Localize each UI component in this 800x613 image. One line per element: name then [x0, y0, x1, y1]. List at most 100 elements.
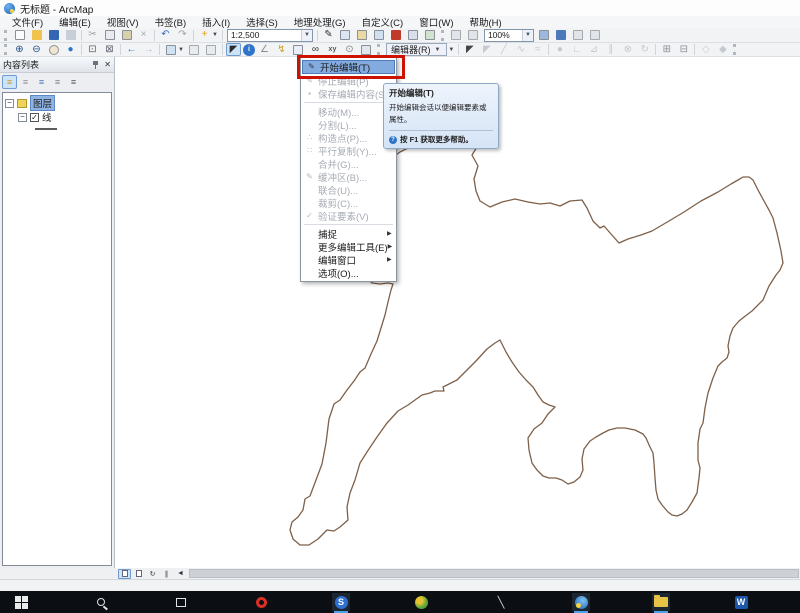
edit-tool-icon[interactable]: ◤ — [462, 43, 477, 56]
rotate-tool-icon[interactable]: ↻ — [637, 43, 652, 56]
close-icon[interactable]: ✕ — [104, 60, 111, 69]
menubar-item[interactable]: 编辑(E) — [51, 15, 99, 29]
modelbuilder-icon[interactable] — [423, 29, 438, 42]
identify-icon[interactable]: i — [243, 44, 255, 56]
add-data-icon[interactable]: + — [197, 29, 212, 42]
task-view-icon[interactable] — [172, 593, 190, 611]
menu-editing-windows[interactable]: 编辑窗口▶ — [301, 253, 396, 266]
edit-annotation-tool-icon[interactable]: ◤ — [479, 43, 494, 56]
print-icon[interactable] — [63, 29, 78, 42]
horizontal-scrollbar[interactable] — [189, 569, 799, 578]
fixed-zoom-out-icon[interactable]: ⊠ — [102, 43, 117, 56]
menubar-item[interactable]: 插入(I) — [194, 15, 238, 29]
cut-icon[interactable]: ✂ — [85, 29, 100, 42]
layout-zoom-combo[interactable]: 100%▼ — [484, 29, 534, 42]
layout-zoom-in-icon[interactable] — [449, 29, 464, 42]
file-explorer-icon[interactable] — [652, 593, 670, 611]
full-extent-icon[interactable]: ● — [63, 43, 78, 56]
snapping-toggle-icon[interactable]: ◇ — [698, 43, 713, 56]
reshape-feature-icon[interactable]: ⊿ — [586, 43, 601, 56]
straight-segment-icon[interactable]: ╱ — [496, 43, 511, 56]
attributes-window-icon[interactable]: ⊞ — [659, 43, 674, 56]
word-icon[interactable]: W — [732, 593, 750, 611]
layout-toggle-icon[interactable] — [588, 29, 603, 42]
menubar-item[interactable]: 帮助(H) — [462, 15, 510, 29]
menu-options[interactable]: 选项(O)... — [301, 266, 396, 279]
list-by-visibility-button[interactable]: ≡ — [34, 75, 49, 89]
data-view-button[interactable] — [118, 569, 131, 579]
menubar-item[interactable]: 文件(F) — [4, 15, 51, 29]
trace-tool-icon[interactable]: ≈ — [530, 43, 545, 56]
edit-vertices-icon[interactable]: ∟ — [569, 43, 584, 56]
line-symbol[interactable] — [35, 128, 57, 130]
copy-icon[interactable] — [102, 29, 117, 42]
pause-drawing-button[interactable]: ∥ — [160, 569, 173, 579]
open-folder-icon[interactable] — [29, 29, 44, 42]
sketch-properties-icon[interactable]: ⊟ — [676, 43, 691, 56]
start-button[interactable] — [12, 593, 30, 611]
sogou-icon[interactable]: S — [332, 593, 350, 611]
toolbar-grip[interactable] — [733, 44, 737, 55]
arctoolbox-icon[interactable] — [389, 29, 404, 42]
select-elements-icon[interactable]: ◤ — [226, 43, 241, 56]
toc-root-label[interactable]: 图层 — [30, 95, 55, 111]
list-by-source-button[interactable]: ≡ — [18, 75, 33, 89]
toolbar-grip[interactable] — [4, 44, 8, 55]
list-by-selection-button[interactable]: ≡ — [50, 75, 65, 89]
menubar-item[interactable]: 自定义(C) — [354, 15, 412, 29]
back-extent-icon[interactable]: ← — [124, 43, 139, 56]
snip-pen-icon[interactable]: ╲ — [492, 593, 510, 611]
table-of-contents-window-icon[interactable] — [338, 29, 353, 42]
new-document-icon[interactable] — [12, 29, 27, 42]
redo-icon[interactable]: ↷ — [175, 29, 190, 42]
collapse-icon[interactable]: − — [5, 99, 14, 108]
menubar-item[interactable]: 视图(V) — [99, 15, 147, 29]
scroll-left-button[interactable]: ◄ — [174, 569, 187, 579]
layout-fixed-scale-icon[interactable] — [554, 29, 569, 42]
select-by-box-icon[interactable] — [187, 43, 202, 56]
paste-icon[interactable] — [119, 29, 134, 42]
zoom-out-icon[interactable]: ⊖ — [29, 43, 44, 56]
editor-toolbar-toggle-icon[interactable]: ✎ — [321, 29, 336, 42]
split-tool-icon[interactable]: ⊗ — [620, 43, 635, 56]
search-window-icon[interactable] — [372, 29, 387, 42]
menubar-item[interactable]: 窗口(W) — [411, 15, 461, 29]
menubar-item[interactable]: 地理处理(G) — [286, 15, 354, 29]
snapping-options-icon[interactable]: ◆ — [715, 43, 730, 56]
pan-icon[interactable] — [46, 43, 61, 56]
layout-zoom-out-icon[interactable] — [466, 29, 481, 42]
toc-layer-row[interactable]: − ✓ 线 — [5, 110, 109, 124]
list-by-drawing-order-button[interactable]: ≡ — [2, 75, 17, 89]
arc-segment-icon[interactable]: ∿ — [513, 43, 528, 56]
fixed-zoom-in-icon[interactable]: ⊡ — [85, 43, 100, 56]
collapse-icon[interactable]: − — [18, 113, 27, 122]
menubar-item[interactable]: 选择(S) — [238, 15, 286, 29]
point-tool-icon[interactable]: ● — [552, 43, 567, 56]
select-features-icon[interactable] — [163, 43, 178, 56]
zoom-in-icon[interactable]: ⊕ — [12, 43, 27, 56]
delete-icon[interactable]: × — [136, 29, 151, 42]
menubar-item[interactable]: 书签(B) — [146, 15, 194, 29]
undo-icon[interactable]: ↶ — [158, 29, 173, 42]
toolbar-grip[interactable] — [377, 44, 381, 55]
cut-polygons-icon[interactable]: ∥ — [603, 43, 618, 56]
taskbar-search-icon[interactable] — [92, 593, 110, 611]
toc-layer-label[interactable]: 线 — [42, 110, 52, 124]
browser-360-icon[interactable] — [252, 593, 270, 611]
map-scale-combo[interactable]: 1:2,500▼ — [227, 29, 313, 42]
add-data-icon-dropdown-arrow[interactable]: ▼ — [212, 32, 218, 38]
toolbar-grip[interactable] — [4, 30, 8, 41]
layout-view-button[interactable] — [132, 569, 145, 579]
editor-menu-button-dropdown-arrow[interactable]: ▼ — [448, 47, 454, 53]
layout-zoom-whole-page-icon[interactable] — [537, 29, 552, 42]
auto-hide-pin-icon[interactable] — [91, 60, 100, 69]
hyperlink-icon[interactable]: ↯ — [274, 43, 289, 56]
arcmap-taskbar-icon[interactable] — [572, 593, 590, 611]
refresh-view-button[interactable]: ↻ — [146, 569, 159, 579]
green-globe-app-icon[interactable] — [412, 593, 430, 611]
catalog-window-icon[interactable] — [355, 29, 370, 42]
select-features-icon-dropdown-arrow[interactable]: ▼ — [178, 47, 184, 53]
toc-root-row[interactable]: − 图层 — [5, 96, 109, 110]
menu-more-editing-tools[interactable]: 更多编辑工具(E)▶ — [301, 240, 396, 253]
menu-snapping[interactable]: 捕捉▶ — [301, 227, 396, 240]
